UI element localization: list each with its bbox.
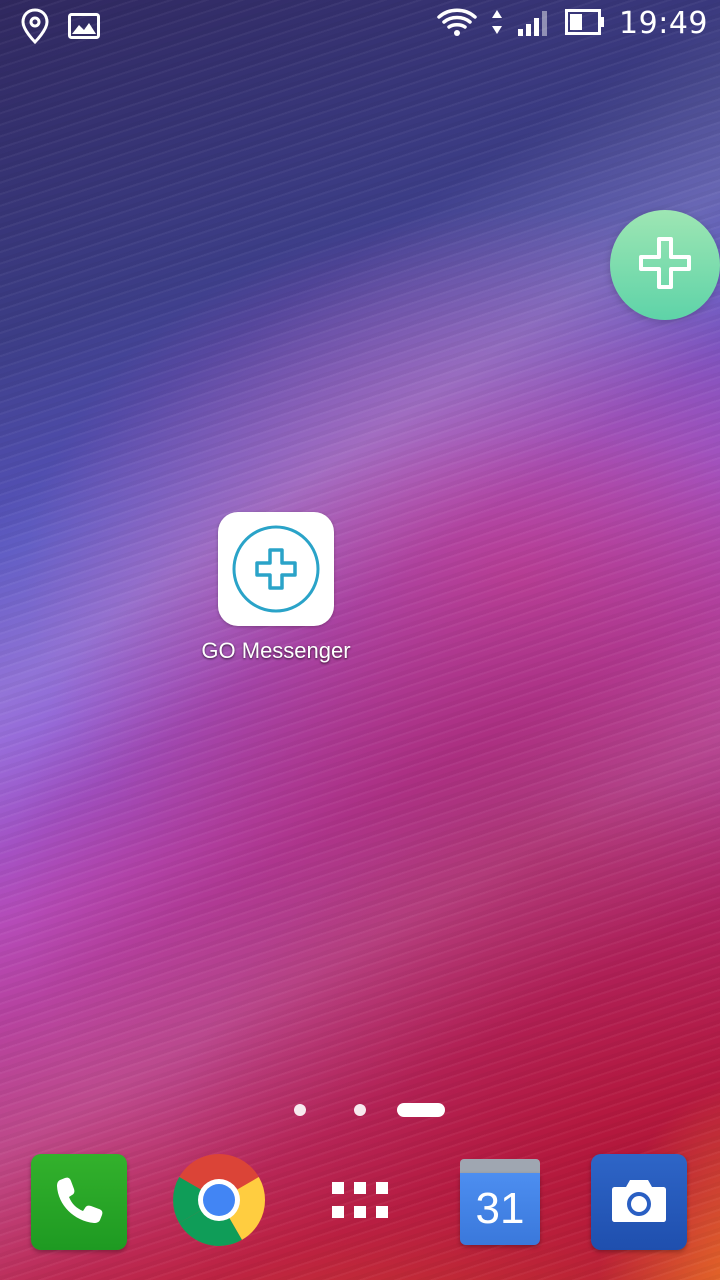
- page-indicators: [0, 1100, 720, 1120]
- app-drawer-icon: [330, 1180, 390, 1224]
- chrome-icon: [171, 1152, 267, 1252]
- go-messenger-app-icon[interactable]: [218, 512, 334, 626]
- location-pin-icon: [20, 8, 50, 48]
- plus-icon: [637, 235, 693, 295]
- phone-icon: [52, 1173, 106, 1231]
- camera-icon: [609, 1175, 669, 1229]
- gallery-image-icon: [68, 12, 100, 44]
- home-screen: 19:49 GO Messenger 31: [0, 0, 720, 1280]
- camera-app-tile[interactable]: [591, 1154, 687, 1250]
- cellular-signal-icon: [517, 7, 551, 41]
- calendar-icon: 31: [460, 1159, 540, 1245]
- status-bar-system: 19:49: [437, 6, 708, 42]
- phone-app-tile[interactable]: [31, 1154, 127, 1250]
- wifi-icon: [437, 7, 477, 41]
- dock-phone-app[interactable]: [30, 1153, 128, 1251]
- dock-camera-app[interactable]: [590, 1153, 688, 1251]
- calendar-date: 31: [475, 1184, 525, 1233]
- page-dot-3-active[interactable]: [397, 1103, 445, 1117]
- page-dot-1[interactable]: [294, 1104, 306, 1116]
- data-transfer-icon: [491, 9, 503, 39]
- go-messenger-plus-icon: [218, 525, 334, 630]
- status-clock: 19:49: [619, 6, 708, 41]
- app-label-go-messenger: GO Messenger: [201, 638, 351, 663]
- dock-chrome-app[interactable]: [170, 1153, 268, 1251]
- dock-app-drawer[interactable]: [311, 1153, 409, 1251]
- dock-calendar-app[interactable]: 31: [451, 1153, 549, 1251]
- page-dot-2[interactable]: [354, 1104, 366, 1116]
- battery-icon: [565, 9, 605, 39]
- floating-plus-button[interactable]: [610, 210, 720, 320]
- status-bar-notifications: [20, 8, 100, 48]
- app-shortcut-go-messenger[interactable]: GO Messenger: [200, 512, 352, 672]
- status-bar: 19:49: [0, 0, 720, 50]
